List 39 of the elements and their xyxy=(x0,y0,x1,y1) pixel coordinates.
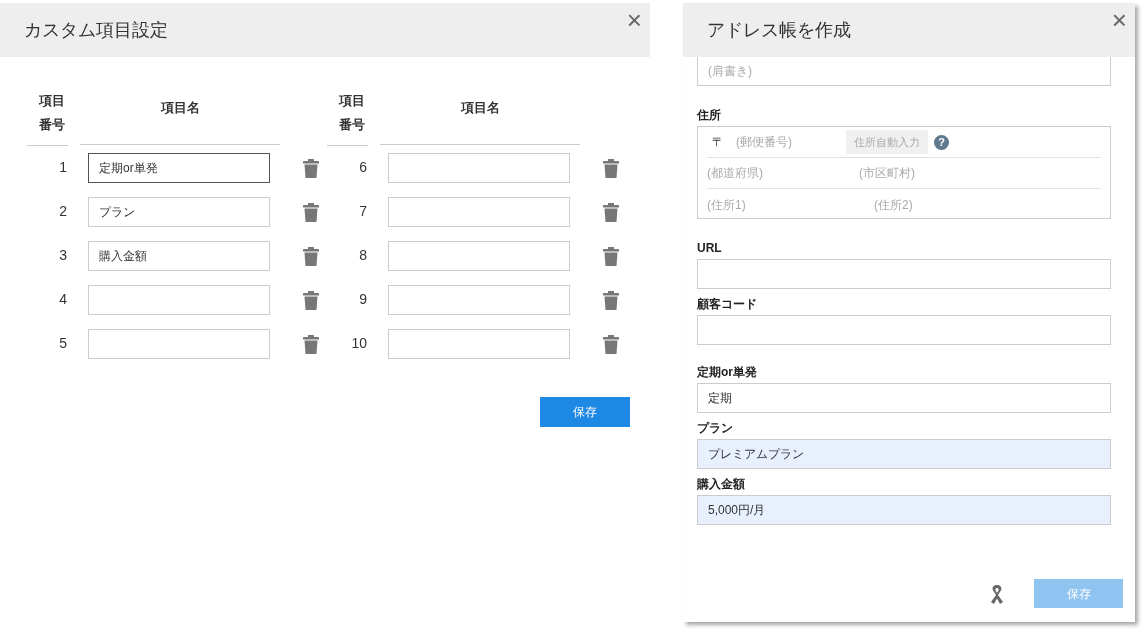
input-field[interactable]: (肩書き) xyxy=(697,57,1111,86)
field-label: プラン xyxy=(697,421,734,436)
close-button[interactable]: × xyxy=(626,7,642,33)
field-label: 顧客コード xyxy=(697,297,758,312)
dialog-title: アドレス帳を作成 xyxy=(707,18,851,42)
field-label: 定期or単発 xyxy=(697,365,758,380)
row-number: 1 xyxy=(58,158,68,177)
input-field[interactable]: (郵便番号) xyxy=(736,131,846,153)
postal-mark: 〒 xyxy=(712,134,724,151)
input-field[interactable]: (市区町村) xyxy=(859,162,1009,184)
field-label: 購入金額 xyxy=(697,477,746,492)
column-header: 項目名 xyxy=(380,89,580,145)
input-field[interactable]: 購入金額 xyxy=(88,241,270,271)
row-number: 3 xyxy=(58,246,68,265)
help-icon[interactable]: ? xyxy=(934,134,949,150)
row-number: 7 xyxy=(358,202,368,221)
row-number: 2 xyxy=(58,202,68,221)
column-header: 項目番号 xyxy=(27,89,68,146)
row-number: 8 xyxy=(358,246,368,265)
row-number: 4 xyxy=(58,290,68,309)
row-number: 9 xyxy=(358,290,368,309)
input-field[interactable]: プレミアムプラン xyxy=(697,439,1111,469)
field-label: URL xyxy=(697,241,723,256)
input-field[interactable]: 定期 xyxy=(697,383,1111,413)
save-button[interactable]: 保存 xyxy=(540,397,630,427)
row-number: 5 xyxy=(58,334,68,353)
column-header: 項目名 xyxy=(80,89,280,145)
close-button[interactable]: × xyxy=(1111,7,1127,33)
column-header: 項目番号 xyxy=(327,89,368,146)
row-number: 6 xyxy=(358,158,368,177)
input-field[interactable]: 5,000円/月 xyxy=(697,495,1111,525)
row-number: 10 xyxy=(350,334,368,353)
input-field[interactable]: 定期or単発 xyxy=(88,153,270,183)
dialog-title: カスタム項目設定 xyxy=(24,18,168,42)
input-field[interactable]: (住所1) xyxy=(707,193,874,216)
field-label: 住所 xyxy=(697,108,722,123)
input-field[interactable]: (都道府県) xyxy=(707,162,859,184)
input-field[interactable]: プラン xyxy=(88,197,270,227)
input-field[interactable]: (住所2) xyxy=(874,193,1024,216)
